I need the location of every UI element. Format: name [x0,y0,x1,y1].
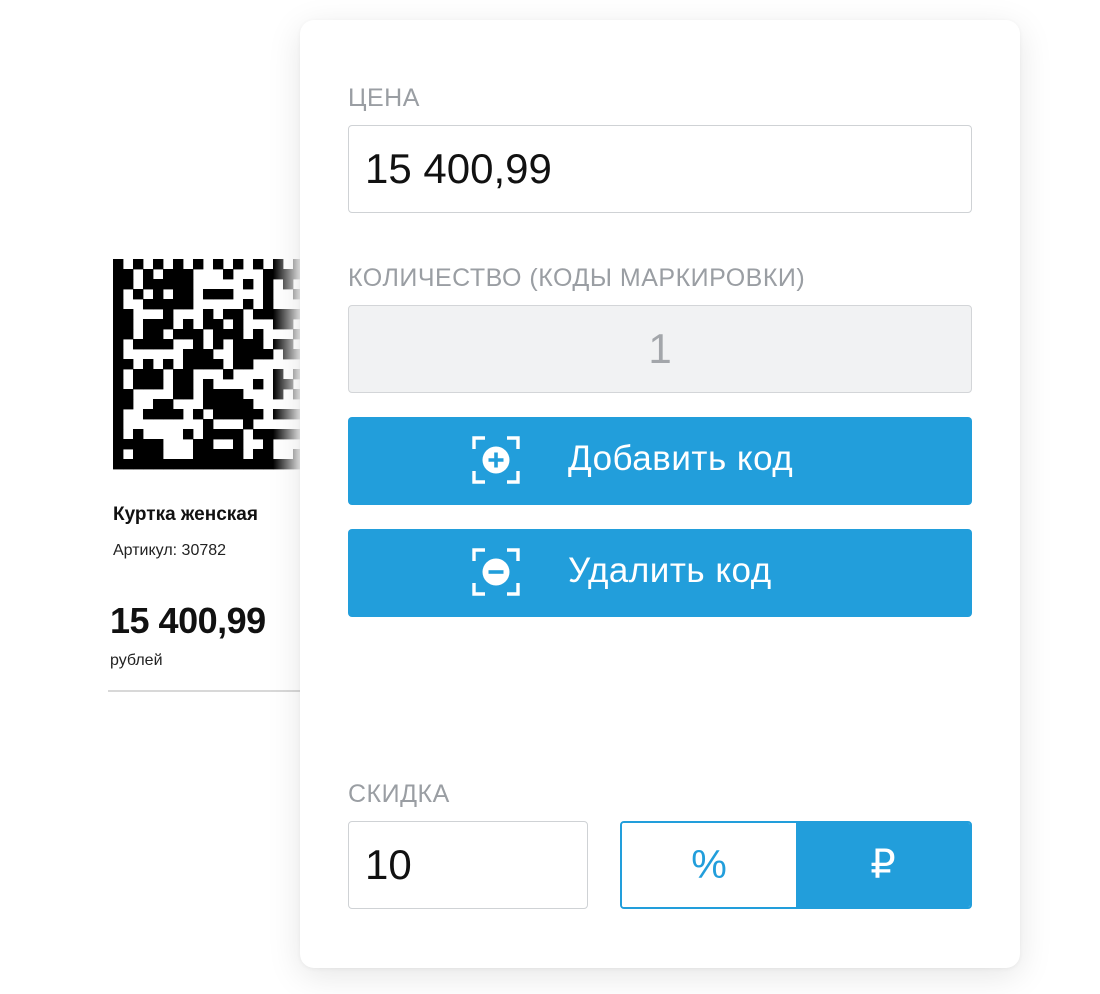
price-input[interactable]: 15 400,99 [348,125,972,213]
product-card: Куртка женская Артикул: 30782 15 400,99 … [108,254,308,694]
remove-code-button[interactable]: Удалить код [348,529,972,617]
quantity-input: 1 [348,305,972,393]
quantity-input-value: 1 [648,325,672,372]
price-input-value: 15 400,99 [365,145,552,192]
discount-input-value: 10 [365,841,412,888]
checkout-panel: ЦЕНА 15 400,99 КОЛИЧЕСТВО (КОДЫ МАРКИРОВ… [300,20,1020,968]
discount-label: СКИДКА [348,780,450,808]
scan-plus-icon [472,436,520,484]
scan-minus-icon [472,548,520,596]
discount-percent-option[interactable]: % [622,823,796,907]
product-sku: Артикул: 30782 [113,542,227,559]
add-code-button[interactable]: Добавить код [348,417,972,505]
quantity-label: КОЛИЧЕСТВО (КОДЫ МАРКИРОВКИ) [348,264,806,292]
product-currency: рублей [110,652,163,669]
price-label: ЦЕНА [348,84,420,112]
discount-rouble-option[interactable]: ₽ [796,823,970,907]
product-price: 15 400,99 [110,600,266,641]
add-code-label: Добавить код [568,439,794,478]
product-name: Куртка женская [113,504,258,525]
datamatrix-code-image [113,259,303,471]
stage: Куртка женская Артикул: 30782 15 400,99 … [0,0,1100,994]
divider [108,690,308,692]
discount-type-toggle: % ₽ [620,821,972,909]
remove-code-label: Удалить код [568,551,772,590]
discount-input[interactable]: 10 [348,821,588,909]
